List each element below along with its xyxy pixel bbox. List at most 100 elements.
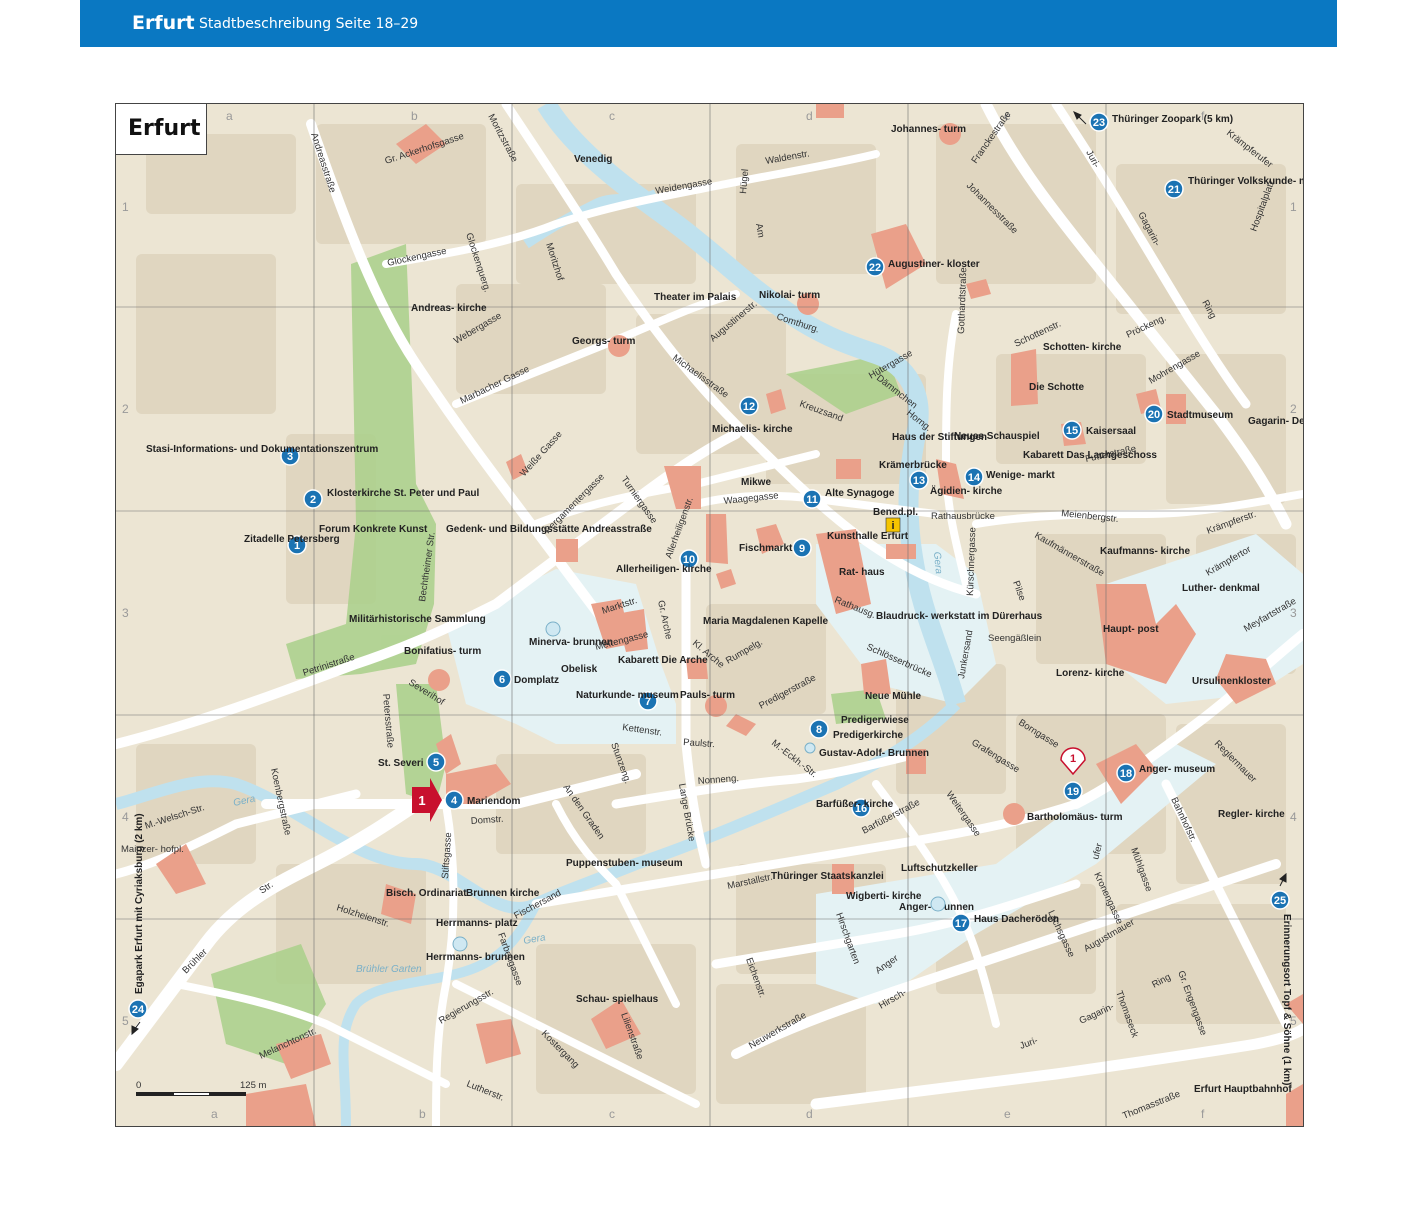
svg-text:24: 24 bbox=[132, 1004, 145, 1016]
label-bisch: Bisch. Ordinariat bbox=[386, 888, 467, 899]
poi-label-10: Allerheiligen- kirche bbox=[616, 564, 712, 575]
poi-marker-18[interactable]: 18 bbox=[1116, 763, 1136, 783]
header-subtitle: Stadtbeschreibung Seite 18–29 bbox=[199, 16, 419, 32]
map-title: Erfurt bbox=[116, 104, 207, 155]
poi-marker-2[interactable]: 2 bbox=[303, 489, 323, 509]
label-seengaesslein: Seengäßlein bbox=[988, 633, 1041, 644]
label-schottenkirche: Schotten- kirche bbox=[1043, 342, 1122, 353]
poi-label-17: Haus Dacheröden bbox=[974, 914, 1059, 925]
svg-text:18: 18 bbox=[1120, 768, 1132, 780]
label-staatskanzlei: Thüringer Staatskanzlei bbox=[771, 871, 884, 882]
label-obelisk: Obelisk bbox=[561, 664, 598, 675]
label-kunsthalle: Kunsthalle Erfurt bbox=[827, 531, 909, 542]
label-bartholomaeus: Bartholomäus- turm bbox=[1027, 812, 1123, 823]
label-blaudruck: Blaudruck- werkstatt im Dürerhaus bbox=[876, 611, 1043, 622]
grid-row-2: 2 bbox=[122, 402, 129, 416]
poi-marker-25[interactable]: 25 bbox=[1270, 890, 1290, 910]
label-predigerwiese: Predigerwiese bbox=[841, 715, 909, 726]
label-johannesturm: Johannes- turm bbox=[891, 124, 966, 135]
street-rathausbruecke: Rathausbrücke bbox=[931, 511, 995, 522]
info-icon[interactable]: i bbox=[885, 517, 901, 533]
svg-text:25: 25 bbox=[1274, 895, 1286, 907]
poi-marker-22[interactable]: 22 bbox=[865, 257, 885, 277]
label-dieschotte: Die Schotte bbox=[1029, 382, 1084, 393]
svg-text:23: 23 bbox=[1093, 117, 1105, 129]
label-reglerkirche: Regler- kirche bbox=[1218, 809, 1285, 820]
scale-max: 125 m bbox=[240, 1080, 266, 1091]
scale-zero: 0 bbox=[136, 1080, 141, 1091]
grid-col-c-bottom: c bbox=[609, 1107, 615, 1121]
label-mainzerhof: Mainzer- hofpl. bbox=[121, 844, 184, 855]
poi-marker-8[interactable]: 8 bbox=[809, 719, 829, 739]
poi-label-8: Predigerkirche bbox=[833, 730, 903, 741]
poi-label-15: Kaisersaal bbox=[1086, 426, 1136, 437]
fountain-icon bbox=[804, 742, 816, 754]
header-bar: Erfurt Stadtbeschreibung Seite 18–29 bbox=[80, 0, 1337, 47]
label-puppenstuben: Puppenstuben- museum bbox=[566, 858, 683, 869]
poi-label-3: Stasi-Informations- und Dokumentationsze… bbox=[146, 444, 378, 455]
poi-marker-9[interactable]: 9 bbox=[792, 538, 812, 558]
poi-label-7: Naturkunde- museum bbox=[576, 690, 679, 701]
label-schauspielhaus: Schau- spielhaus bbox=[576, 994, 659, 1005]
poi-marker-4[interactable]: 4 bbox=[444, 790, 464, 810]
city-map[interactable]: a b c d e f a b c d e f 1 2 3 4 5 1 2 3 … bbox=[115, 103, 1304, 1127]
grid-row-1: 1 bbox=[122, 200, 129, 214]
label-rathaus: Rat- haus bbox=[839, 567, 885, 578]
label-ursulinenkloster: Ursulinenkloster bbox=[1192, 676, 1271, 687]
poi-label-2: Klosterkirche St. Peter und Paul bbox=[327, 488, 479, 499]
label-andreaskirche: Andreas- kirche bbox=[411, 303, 487, 314]
label-paulsturm: Pauls- turm bbox=[680, 690, 735, 701]
poi-marker-21[interactable]: 21 bbox=[1164, 179, 1184, 199]
label-gagarin: Gagarin- Denkmal bbox=[1248, 416, 1303, 427]
svg-text:5: 5 bbox=[433, 757, 439, 769]
poi-label-6: Domplatz bbox=[514, 675, 559, 686]
poi-marker-20[interactable]: 20 bbox=[1144, 404, 1164, 424]
svg-text:8: 8 bbox=[816, 724, 822, 736]
label-georgsturm: Georgs- turm bbox=[572, 336, 635, 347]
poi-label-20: Stadtmuseum bbox=[1167, 410, 1233, 421]
grid-col-c: c bbox=[609, 109, 615, 123]
svg-text:14: 14 bbox=[968, 472, 981, 484]
grid-col-d-bottom: d bbox=[806, 1107, 813, 1121]
map-title-text: Erfurt bbox=[128, 116, 201, 141]
poi-marker-12[interactable]: 12 bbox=[739, 396, 759, 416]
grid-col-a-bottom: a bbox=[211, 1107, 218, 1121]
street-domstr: Domstr. bbox=[470, 814, 503, 827]
svg-text:20: 20 bbox=[1148, 409, 1160, 421]
label-bonifatius: Bonifatius- turm bbox=[404, 646, 481, 657]
grid-row-2-right: 2 bbox=[1290, 402, 1297, 416]
poi-marker-14[interactable]: 14 bbox=[964, 467, 984, 487]
poi-marker-11[interactable]: 11 bbox=[802, 489, 822, 509]
poi-marker-6[interactable]: 6 bbox=[492, 669, 512, 689]
grid-row-4-right: 4 bbox=[1290, 810, 1297, 824]
fountain-icon bbox=[930, 896, 946, 912]
poi-label-9: Fischmarkt bbox=[739, 543, 793, 554]
poi-marker-17[interactable]: 17 bbox=[951, 913, 971, 933]
grid-col-b-bottom: b bbox=[419, 1107, 426, 1121]
grid-row-1-right: 1 bbox=[1290, 200, 1297, 214]
svg-text:i: i bbox=[891, 520, 894, 532]
poi-marker-24[interactable]: 24 bbox=[128, 999, 148, 1019]
header-city: Erfurt bbox=[132, 12, 195, 34]
map-svg[interactable]: a b c d e f a b c d e f 1 2 3 4 5 1 2 3 … bbox=[116, 104, 1303, 1126]
svg-text:11: 11 bbox=[806, 494, 818, 506]
poi-marker-15[interactable]: 15 bbox=[1062, 420, 1082, 440]
grid-row-5: 5 bbox=[122, 1014, 129, 1028]
label-aegidien: Ägidien- kirche bbox=[930, 484, 1003, 497]
grid-col-a: a bbox=[226, 109, 233, 123]
poi-marker-19[interactable]: 19 bbox=[1063, 781, 1083, 801]
poi-label-21: Thüringer Volkskunde- museum bbox=[1188, 176, 1303, 187]
poi-marker-23[interactable]: 23 bbox=[1089, 112, 1109, 132]
poi-marker-13[interactable]: 13 bbox=[909, 470, 929, 490]
poi-label-1: Zitadelle Petersberg bbox=[244, 534, 340, 545]
poi-label-23: Thüringer Zoopark (5 km) bbox=[1112, 114, 1233, 125]
grid-row-4: 4 bbox=[122, 810, 129, 824]
svg-text:17: 17 bbox=[955, 918, 967, 930]
svg-text:9: 9 bbox=[799, 543, 805, 555]
label-wigberti: Wigberti- kirche bbox=[846, 891, 922, 902]
label-gustavadolf: Gustav-Adolf- Brunnen bbox=[819, 748, 929, 759]
label-magdalenen: Maria Magdalenen Kapelle bbox=[703, 616, 828, 627]
tour-start-number: 1 bbox=[418, 793, 425, 808]
poi-marker-5[interactable]: 5 bbox=[426, 752, 446, 772]
svg-text:6: 6 bbox=[499, 674, 505, 686]
